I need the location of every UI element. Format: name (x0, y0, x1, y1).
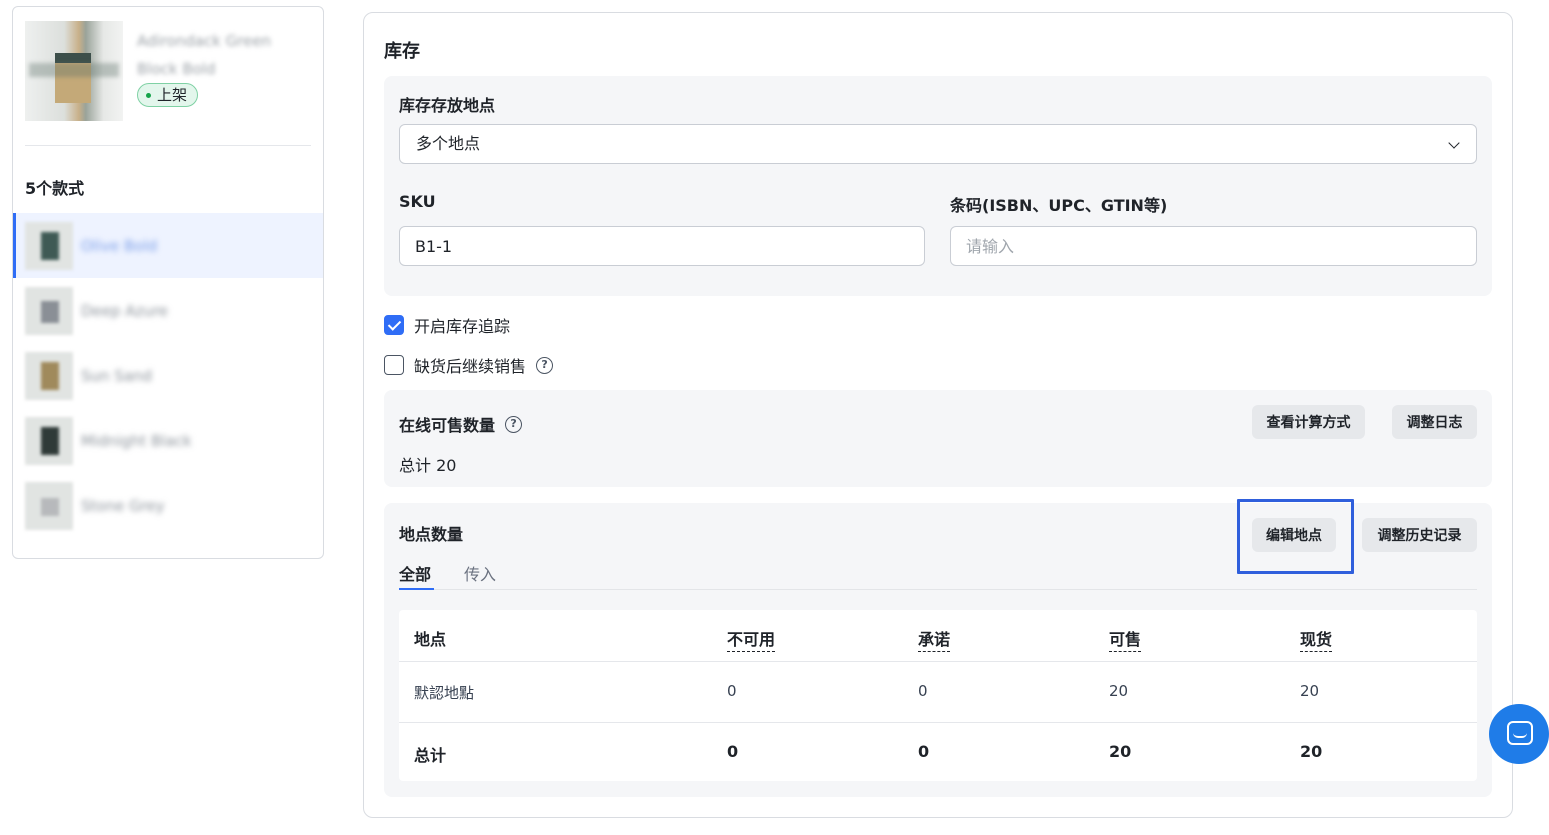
total-unavailable: 0 (727, 742, 739, 761)
variant-list: Olive Bold Deep Azure Sun Sand Midnight … (13, 213, 323, 538)
online-quantity-title: 在线可售数量 (399, 416, 496, 435)
col-available: 可售 (1109, 626, 1142, 652)
total-label: 总计 (414, 746, 447, 765)
online-quantity-card: 在线可售数量 ? 总计 20 查看计算方式 调整日志 (384, 390, 1492, 487)
variant-thumb (25, 351, 73, 400)
inventory-panel: 库存 库存存放地点 多个地点 SKU 条码(ISBN、UPC、GTIN等) 开启… (363, 12, 1513, 818)
variant-item-4[interactable]: Midnight Black (13, 408, 323, 473)
product-image (25, 21, 123, 121)
tab-all[interactable]: 全部 (399, 561, 434, 590)
location-label: 库存存放地点 (399, 96, 496, 115)
sku-input[interactable] (399, 226, 925, 266)
variant-thumb (25, 221, 73, 270)
divider (25, 145, 311, 146)
track-inventory-checkbox[interactable] (384, 315, 404, 335)
location-quantity-title: 地点数量 (399, 525, 464, 544)
cell-committed: 0 (918, 682, 928, 700)
status-dot-icon (146, 92, 151, 98)
chevron-down-icon (1448, 137, 1460, 149)
tab-incoming[interactable]: 传入 (464, 561, 496, 590)
col-committed: 承诺 (918, 626, 951, 652)
variant-thumb (25, 481, 73, 530)
variants-title: 5个款式 (25, 179, 85, 198)
variant-label: Stone Grey (81, 496, 165, 515)
variant-sidebar: Adirondack Green Block Bold 上架 5个款式 Oliv… (12, 6, 324, 559)
help-circle-icon[interactable]: ? (536, 356, 554, 374)
total-committed: 0 (918, 742, 930, 761)
variant-thumb (25, 286, 73, 335)
cell-unavailable: 0 (727, 682, 737, 700)
col-location: 地点 (414, 630, 447, 649)
online-total: 总计 20 (399, 456, 457, 475)
continue-selling-checkbox[interactable] (384, 355, 404, 375)
status-label: 上架 (157, 86, 188, 104)
variant-label: Midnight Black (81, 431, 192, 450)
variant-label: Deep Azure (81, 301, 169, 320)
cell-available: 20 (1109, 682, 1129, 700)
variant-item-3[interactable]: Sun Sand (13, 343, 323, 408)
cell-on-hand: 20 (1300, 682, 1320, 700)
location-sku-card: 库存存放地点 多个地点 SKU 条码(ISBN、UPC、GTIN等) (384, 76, 1492, 296)
continue-selling-row: 缺货后继续销售 ? (384, 353, 554, 377)
variant-label: Olive Bold (81, 236, 158, 255)
variant-item-1[interactable]: Olive Bold (13, 213, 323, 278)
location-tabs: 全部 传入 (399, 561, 1477, 590)
variant-item-2[interactable]: Deep Azure (13, 278, 323, 343)
barcode-label: 条码(ISBN、UPC、GTIN等) (950, 196, 1168, 215)
edit-location-button[interactable]: 编辑地点 (1252, 518, 1336, 552)
table-row: 默認地點 0 0 20 20 (399, 662, 1477, 723)
section-title: 库存 (384, 41, 420, 62)
location-select[interactable]: 多个地点 (399, 124, 1477, 164)
table-header: 地点 不可用 承诺 可售 现货 (399, 610, 1477, 662)
total-available: 20 (1109, 742, 1132, 761)
chat-button[interactable] (1489, 704, 1549, 764)
total-on-hand: 20 (1300, 742, 1323, 761)
status-badge: 上架 (137, 83, 199, 107)
adjust-history-button[interactable]: 调整历史记录 (1362, 518, 1477, 552)
location-table: 地点 不可用 承诺 可售 现货 默認地點 0 0 20 20 总计 0 0 20… (399, 610, 1477, 781)
variant-label: Sun Sand (81, 366, 153, 385)
product-name: Adirondack Green Block Bold (137, 32, 272, 78)
product-header: Adirondack Green Block Bold 上架 (25, 21, 313, 121)
col-unavailable: 不可用 (727, 626, 776, 652)
sku-label: SKU (399, 192, 436, 211)
col-on-hand: 现货 (1300, 626, 1333, 652)
track-inventory-label: 开启库存追踪 (414, 317, 511, 336)
location-select-value: 多个地点 (416, 134, 481, 153)
track-inventory-row: 开启库存追踪 (384, 313, 510, 337)
continue-selling-label: 缺货后继续销售 (414, 357, 527, 376)
location-quantity-card: 地点数量 编辑地点 调整历史记录 全部 传入 地点 不可用 承诺 可售 现货 默… (384, 499, 1492, 797)
variant-item-5[interactable]: Stone Grey (13, 473, 323, 538)
barcode-input[interactable] (950, 226, 1477, 266)
table-total-row: 总计 0 0 20 20 (399, 723, 1477, 781)
cell-location: 默認地點 (414, 684, 475, 702)
help-circle-icon[interactable]: ? (505, 415, 523, 433)
online-quantity-title-row: 在线可售数量 ? (399, 412, 523, 436)
view-calculation-button[interactable]: 查看计算方式 (1252, 405, 1365, 439)
adjust-log-button[interactable]: 调整日志 (1392, 405, 1477, 439)
variant-thumb (25, 416, 73, 465)
